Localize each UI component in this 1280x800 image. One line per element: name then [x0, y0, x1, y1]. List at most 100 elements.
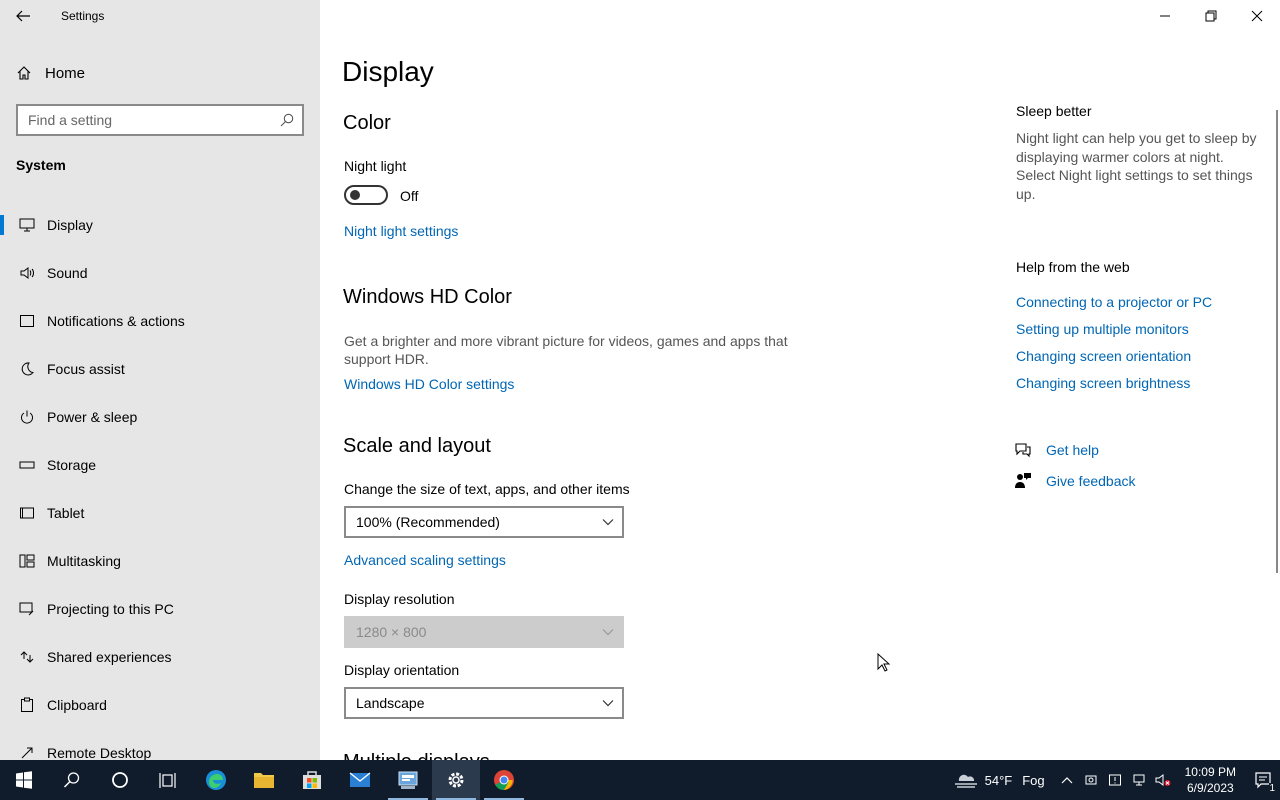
start-button[interactable]: [0, 760, 48, 800]
sidebar-item-label: Focus assist: [47, 361, 125, 377]
sidebar-item-power-sleep[interactable]: Power & sleep: [0, 393, 320, 441]
sleep-better-text: Night light can help you get to sleep by…: [1016, 130, 1257, 202]
help-link-screen-orientation[interactable]: Changing screen orientation: [1016, 348, 1191, 364]
help-web-heading-wrap: Help from the web: [1016, 259, 1266, 275]
help-web-heading: Help from the web: [1016, 259, 1130, 275]
tray-volume-button[interactable]: [1151, 760, 1175, 800]
sidebar-item-label: Display: [47, 217, 93, 233]
mail-envelope-icon: [349, 772, 371, 787]
scrollbar[interactable]: [1276, 110, 1278, 573]
settings-taskbar-button[interactable]: [432, 760, 480, 800]
search-input[interactable]: [28, 112, 280, 128]
tray-meet-now-button[interactable]: [1079, 760, 1103, 800]
volume-muted-icon: [1155, 774, 1171, 786]
restore-button[interactable]: [1188, 0, 1234, 32]
system-tray: 54°F Fog 10:09 PM 6/9/2023 1: [953, 760, 1280, 800]
orientation-dropdown[interactable]: Landscape: [344, 687, 624, 719]
sidebar-item-label: Projecting to this PC: [47, 601, 174, 617]
fog-cloud-icon: [954, 774, 977, 788]
chat-help-icon: [1015, 443, 1031, 458]
chevron-down-icon: [602, 519, 614, 526]
sidebar-item-label: Power & sleep: [47, 409, 138, 425]
scale-dropdown[interactable]: 100% (Recommended): [344, 506, 624, 538]
back-button[interactable]: [0, 0, 46, 32]
close-button[interactable]: [1234, 0, 1280, 32]
chevron-down-icon: [602, 700, 614, 707]
sidebar-item-projecting[interactable]: Projecting to this PC: [0, 585, 320, 633]
edge-taskbar-button[interactable]: [192, 760, 240, 800]
night-light-toggle[interactable]: [344, 185, 388, 205]
advanced-scaling-link[interactable]: Advanced scaling settings: [344, 552, 506, 568]
help-link-screen-brightness[interactable]: Changing screen brightness: [1016, 375, 1190, 391]
control-panel-icon: [398, 771, 418, 789]
taskbar-clock[interactable]: 10:09 PM 6/9/2023: [1185, 764, 1236, 796]
help-link-projector[interactable]: Connecting to a projector or PC: [1016, 294, 1212, 310]
scale-value: 100% (Recommended): [356, 514, 500, 530]
mouse-cursor-icon: [877, 653, 891, 672]
store-taskbar-button[interactable]: [288, 760, 336, 800]
chevron-down-icon: [602, 629, 614, 636]
speaker-icon: [18, 264, 36, 282]
sidebar-item-clipboard[interactable]: Clipboard: [0, 681, 320, 729]
night-light-label: Night light: [344, 158, 407, 174]
hd-color-description: Get a brighter and more vibrant picture …: [344, 333, 788, 367]
store-bag-icon: [303, 771, 321, 789]
resolution-dropdown[interactable]: 1280 × 800: [344, 616, 624, 648]
notification-count-badge: 1: [1269, 783, 1275, 794]
night-light-settings-link[interactable]: Night light settings: [344, 223, 458, 239]
search-box[interactable]: [16, 104, 304, 136]
sidebar-item-multitasking[interactable]: Multitasking: [0, 537, 320, 585]
scale-layout-heading: Scale and layout: [343, 435, 491, 457]
sidebar-item-sound[interactable]: Sound: [0, 249, 320, 297]
sidebar-item-notifications[interactable]: Notifications & actions: [0, 297, 320, 345]
tray-security-button[interactable]: [1103, 760, 1127, 800]
file-explorer-taskbar-button[interactable]: [240, 760, 288, 800]
cortana-button[interactable]: [96, 760, 144, 800]
minimize-button[interactable]: [1142, 0, 1188, 32]
search-icon[interactable]: [280, 113, 294, 127]
sidebar-item-tablet[interactable]: Tablet: [0, 489, 320, 537]
sidebar-item-label: Storage: [47, 457, 97, 473]
get-help-button[interactable]: Get help: [1014, 441, 1099, 459]
moon-icon: [18, 360, 36, 378]
hd-color-heading: Windows HD Color: [343, 286, 512, 308]
chevron-up-icon: [1061, 777, 1073, 784]
sidebar-item-label: Tablet: [47, 505, 85, 521]
feedback-person-icon: [1015, 473, 1031, 488]
weather-widget[interactable]: 54°F Fog: [953, 770, 1045, 790]
security-alert-icon: [1108, 774, 1121, 786]
sidebar-item-storage[interactable]: Storage: [0, 441, 320, 489]
control-panel-taskbar-button[interactable]: [384, 760, 432, 800]
sidebar-item-display[interactable]: Display: [0, 201, 320, 249]
page-title: Display: [342, 56, 434, 87]
network-icon: [1133, 774, 1145, 786]
task-view-button[interactable]: [144, 760, 192, 800]
action-center-button[interactable]: 1: [1246, 760, 1280, 800]
help-link-multiple-monitors[interactable]: Setting up multiple monitors: [1016, 321, 1189, 337]
mail-taskbar-button[interactable]: [336, 760, 384, 800]
scale-size-label: Change the size of text, apps, and other…: [344, 481, 630, 497]
give-feedback-button[interactable]: Give feedback: [1014, 472, 1136, 490]
close-icon: [1251, 10, 1263, 22]
give-feedback-label: Give feedback: [1046, 473, 1136, 489]
file-explorer-icon: [254, 773, 274, 788]
sidebar-home[interactable]: Home: [0, 55, 320, 91]
multitasking-icon: [18, 552, 36, 570]
hd-color-settings-link[interactable]: Windows HD Color settings: [344, 376, 514, 392]
sidebar-item-shared-experiences[interactable]: Shared experiences: [0, 633, 320, 681]
taskbar: 54°F Fog 10:09 PM 6/9/2023 1: [0, 760, 1280, 800]
show-hidden-icons-button[interactable]: [1055, 760, 1079, 800]
chrome-taskbar-button[interactable]: [480, 760, 528, 800]
back-arrow-icon: [16, 10, 30, 22]
minimize-icon: [1160, 15, 1170, 17]
tray-network-button[interactable]: [1127, 760, 1151, 800]
sidebar-item-focus-assist[interactable]: Focus assist: [0, 345, 320, 393]
taskbar-search-button[interactable]: [48, 760, 96, 800]
section-header: System: [16, 157, 66, 173]
edge-browser-icon: [206, 770, 226, 790]
title-bar: Settings: [0, 0, 320, 32]
multiple-displays-heading: Multiple displays: [343, 751, 490, 760]
orientation-label: Display orientation: [344, 662, 460, 678]
sidebar-item-label: Clipboard: [47, 697, 107, 713]
sidebar-item-remote-desktop[interactable]: Remote Desktop: [0, 729, 320, 760]
